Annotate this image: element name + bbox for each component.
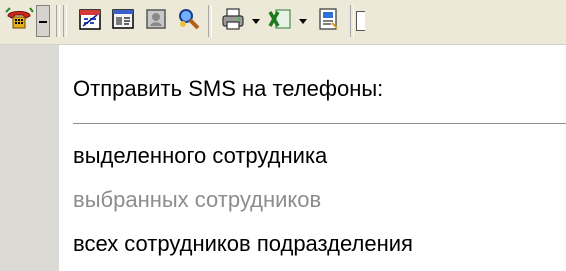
- toolbar-separator: [350, 5, 354, 37]
- telephone-icon: [4, 4, 34, 39]
- print-button[interactable]: [217, 5, 249, 37]
- sms-dropdown-menu: Отправить SMS на телефоны: выделенного с…: [0, 45, 566, 271]
- calendar-button[interactable]: [74, 5, 106, 37]
- find-people-icon: [175, 6, 201, 37]
- menu-header-send-sms: Отправить SMS на телефоны:: [73, 76, 384, 101]
- menu-item-selected-employee[interactable]: выделенного сотрудника: [73, 142, 327, 170]
- id-badge-button[interactable]: [140, 5, 172, 37]
- save-document-button[interactable]: [312, 5, 344, 37]
- menu-icon-gutter: [0, 45, 59, 271]
- excel-dropdown-button[interactable]: [296, 5, 310, 37]
- find-people-button[interactable]: [172, 5, 204, 37]
- excel-export-button[interactable]: [264, 5, 296, 37]
- document-icon: [356, 11, 365, 31]
- calendar-icon: [77, 6, 103, 37]
- menu-item-all-department-employees[interactable]: всех сотрудников подразделения: [73, 230, 413, 258]
- menu-separator: [73, 123, 566, 124]
- id-badge-icon: [143, 6, 169, 37]
- print-dropdown-button[interactable]: [249, 5, 263, 37]
- sms-dropdown-button[interactable]: [36, 5, 50, 37]
- toolbar-separator: [56, 5, 60, 37]
- card-index-button[interactable]: [107, 5, 139, 37]
- toolbar-separator: [63, 5, 67, 37]
- next-toolbar-button[interactable]: [356, 5, 366, 37]
- toolbar-separator: [208, 5, 212, 37]
- menu-item-chosen-employees: выбранных сотрудников: [73, 187, 322, 212]
- toolbar: [0, 0, 566, 45]
- save-document-icon: [315, 6, 341, 37]
- excel-export-icon: [267, 6, 293, 37]
- printer-icon: [220, 6, 246, 37]
- chevron-down-icon: [252, 18, 260, 24]
- sms-phone-button[interactable]: [3, 5, 35, 37]
- dropdown-arrow-icon: [38, 12, 48, 30]
- chevron-down-icon: [299, 18, 307, 24]
- card-index-icon: [110, 6, 136, 37]
